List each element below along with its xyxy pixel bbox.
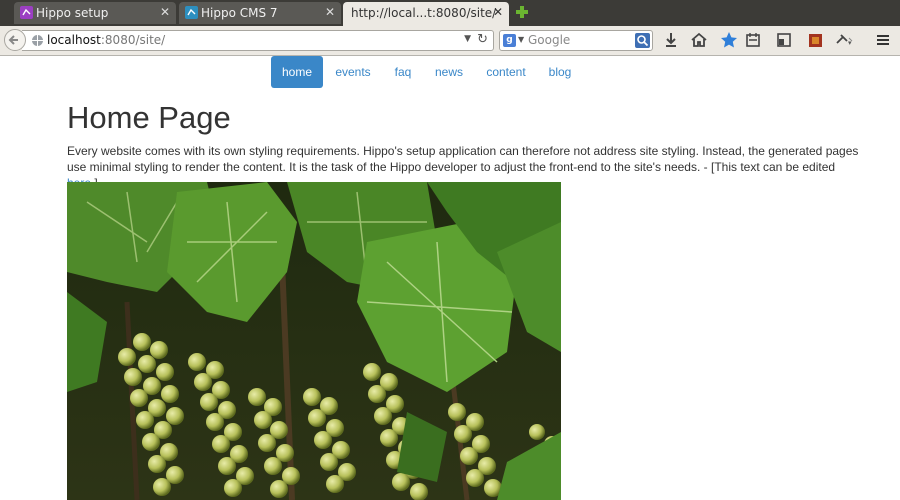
bookmark-star-icon[interactable]: [719, 30, 739, 50]
hippo-favicon-icon: [20, 6, 33, 19]
search-icon[interactable]: [635, 33, 650, 48]
tab-site[interactable]: http://local...t:8080/site/ ✕: [343, 2, 509, 26]
tab-strip: Hippo setup ✕ Hippo CMS 7 ✕ http://local…: [0, 0, 900, 26]
close-tab-icon[interactable]: ✕: [493, 5, 503, 19]
url-bar[interactable]: localhost:8080/site/ ▼ ↻: [22, 30, 494, 51]
tab-hippo-cms[interactable]: Hippo CMS 7 ✕: [179, 2, 341, 24]
svg-text:▾: ▾: [848, 39, 852, 47]
grape-vine-image: [67, 182, 561, 500]
back-arrow-icon: [8, 35, 18, 45]
intro-text: Every website comes with its own styling…: [67, 144, 859, 174]
new-tab-icon[interactable]: [514, 4, 530, 20]
tab-title: http://local...t:8080/site/: [351, 6, 497, 20]
menu-hamburger-icon[interactable]: [873, 30, 893, 50]
tab-title: Hippo CMS 7: [201, 6, 278, 20]
nav-blog[interactable]: blog: [543, 56, 577, 88]
sidebar-icon[interactable]: [774, 30, 794, 50]
url-text: localhost:8080/site/: [47, 33, 165, 47]
nav-faq[interactable]: faq: [388, 56, 418, 88]
close-tab-icon[interactable]: ✕: [325, 5, 335, 19]
url-path: :8080/site/: [100, 33, 166, 47]
grape-vine-photo: [67, 182, 561, 500]
addon-extension-icon[interactable]: [805, 30, 825, 50]
globe-icon: [32, 35, 43, 46]
back-button[interactable]: [4, 29, 26, 51]
url-history-dropdown-icon[interactable]: ▼: [464, 34, 471, 44]
url-host: localhost: [47, 33, 101, 47]
search-box[interactable]: g ▼ Google: [499, 30, 653, 51]
google-engine-icon[interactable]: g: [503, 34, 516, 47]
tab-hippo-setup[interactable]: Hippo setup ✕: [14, 2, 176, 24]
developer-tools-icon[interactable]: ▾: [833, 30, 853, 50]
nav-home[interactable]: home: [271, 56, 323, 88]
reload-icon[interactable]: ↻: [477, 32, 488, 47]
nav-news[interactable]: news: [428, 56, 470, 88]
tab-title: Hippo setup: [36, 6, 109, 20]
search-input[interactable]: Google: [528, 33, 570, 47]
navigation-toolbar: localhost:8080/site/ ▼ ↻ g ▼ Google ▾: [0, 26, 900, 56]
home-icon[interactable]: [689, 30, 709, 50]
bookmarks-menu-icon[interactable]: [743, 30, 763, 50]
nav-content[interactable]: content: [481, 56, 531, 88]
download-icon[interactable]: [661, 30, 681, 50]
nav-events[interactable]: events: [328, 56, 378, 88]
hippo-cms-favicon-icon: [185, 6, 198, 19]
page-title: Home Page: [67, 100, 231, 135]
close-tab-icon[interactable]: ✕: [160, 5, 170, 19]
engine-dropdown-icon[interactable]: ▼: [518, 35, 524, 44]
